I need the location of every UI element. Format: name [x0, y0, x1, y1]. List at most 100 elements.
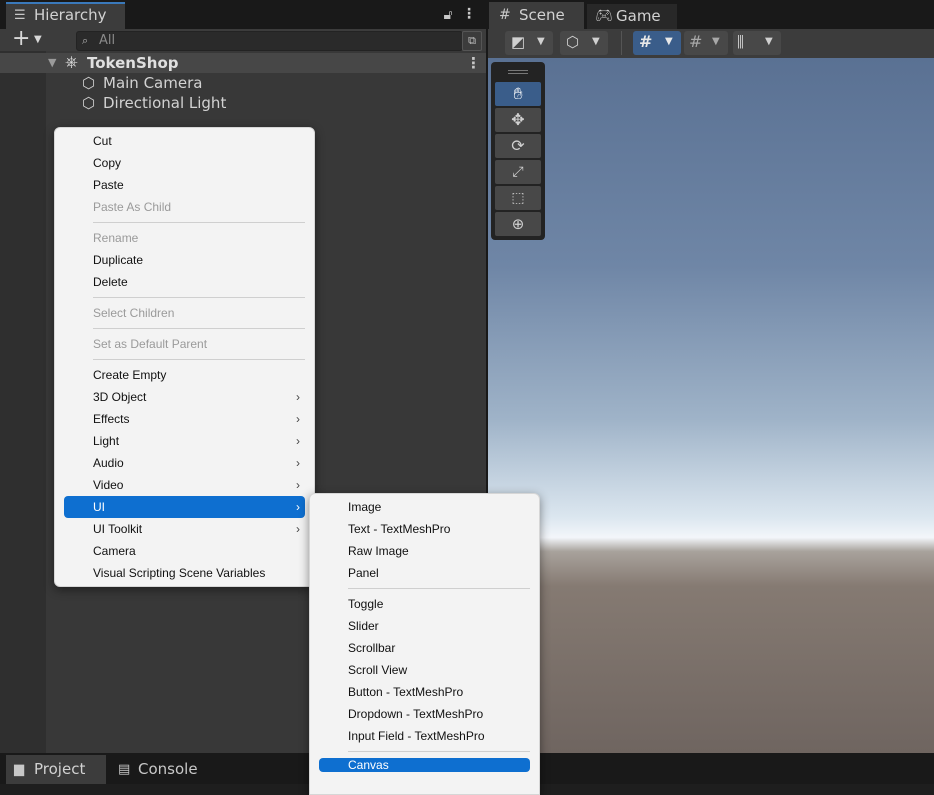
scene-panel: # Scene 🎮︎ Game ◩ ▼ ⬡ ▼ # ▼ # ▼ ⫼ ▼ ✋︎ ✥… [488, 0, 934, 753]
menu-item-copy[interactable]: Copy [55, 152, 314, 174]
draw-mode-dropdown[interactable]: ◩ ▼ [505, 31, 553, 55]
scene-row[interactable]: ▼ ⎈ TokenShop ⋮ [0, 52, 486, 73]
snap-settings-dropdown[interactable]: # ▼ [684, 31, 728, 55]
submenu-item-scrollbar[interactable]: Scrollbar [310, 637, 539, 659]
grid-snap-icon: # [639, 32, 653, 51]
scene-name: TokenShop [87, 54, 179, 72]
tab-console[interactable]: ▤ Console [110, 755, 220, 784]
gameobject-cube-icon: ⬡ [82, 94, 96, 112]
lock-icon[interactable]: 🔓︎ [441, 7, 455, 23]
menu-item-3d-object[interactable]: 3D Object › [55, 386, 314, 408]
menu-separator [93, 328, 305, 329]
menu-item-cut[interactable]: Cut [55, 130, 314, 152]
overlay-grip-icon[interactable] [508, 70, 528, 71]
menu-item-duplicate[interactable]: Duplicate [55, 249, 314, 271]
menu-item-label: Image [348, 500, 382, 514]
menu-item-label: Button - TextMeshPro [348, 685, 464, 699]
hierarchy-search-input[interactable]: ⌕ All [76, 31, 463, 51]
tree-gutter [0, 51, 46, 753]
rotate-tool-icon[interactable]: ⟳ [495, 134, 541, 158]
menu-item-delete[interactable]: Delete [55, 271, 314, 293]
menu-item-paste[interactable]: Paste [55, 174, 314, 196]
submenu-item-panel[interactable]: Panel [310, 562, 539, 584]
menu-item-label: Duplicate [93, 253, 144, 267]
submenu-item-slider[interactable]: Slider [310, 615, 539, 637]
hierarchy-context-menu: Cut Copy Paste Paste As Child Rename Dup… [54, 127, 315, 587]
submenu-item-scroll-view[interactable]: Scroll View [310, 659, 539, 681]
menu-item-camera[interactable]: Camera [55, 540, 314, 562]
scene-menu-icon[interactable]: ⋮ [466, 53, 481, 73]
draw-mode-icon: ◩ [511, 33, 526, 51]
menu-item-label: Canvas [348, 758, 389, 772]
tab-game[interactable]: 🎮︎ Game [587, 4, 677, 29]
submenu-item-raw-image[interactable]: Raw Image [310, 540, 539, 562]
move-tool-icon[interactable]: ✥ [495, 108, 541, 132]
menu-item-label: Slider [348, 619, 379, 633]
grid-hash-icon: # [499, 7, 511, 23]
menu-item-effects[interactable]: Effects › [55, 408, 314, 430]
search-placeholder: All [99, 33, 116, 48]
menu-item-ui[interactable]: UI › [64, 496, 305, 518]
add-icon[interactable]: + [12, 28, 30, 50]
tab-game-label: Game [616, 7, 661, 25]
scale-tool-icon[interactable]: ⤢ [495, 160, 541, 184]
gamepad-icon: 🎮︎ [595, 8, 613, 24]
menu-item-label: UI [93, 500, 105, 514]
expand-arrow-icon[interactable]: ▼ [48, 53, 56, 73]
snap-grid-icon: # [689, 32, 703, 51]
submenu-item-toggle[interactable]: Toggle [310, 593, 539, 615]
tab-scene[interactable]: # Scene [489, 2, 584, 29]
menu-item-create-empty[interactable]: Create Empty [55, 364, 314, 386]
unity-scene-icon: ⎈ [65, 52, 78, 71]
chevron-right-icon: › [296, 412, 300, 426]
menu-item-label: 3D Object [93, 390, 147, 404]
hierarchy-item-main-camera[interactable]: ⬡ Main Camera [0, 73, 486, 93]
chevron-down-icon: ▼ [665, 36, 673, 47]
hierarchy-item-directional-light[interactable]: ⬡ Directional Light [0, 93, 486, 113]
tab-project[interactable]: ▆ Project [6, 755, 106, 784]
console-icon: ▤ [118, 762, 131, 777]
menu-item-label: Effects [93, 412, 130, 426]
chevron-down-icon: ▼ [712, 36, 720, 47]
menu-item-label: Toggle [348, 597, 384, 611]
more-options-icon[interactable]: ⋮ [462, 6, 476, 22]
shading-mode-dropdown[interactable]: ⬡ ▼ [560, 31, 608, 55]
menu-item-audio[interactable]: Audio › [55, 452, 314, 474]
rect-tool-icon[interactable]: ⬚ [495, 186, 541, 210]
submenu-item-image[interactable]: Image [310, 496, 539, 518]
menu-item-label: Paste [93, 178, 124, 192]
scene-viewport[interactable] [488, 58, 934, 753]
menu-separator [348, 751, 530, 752]
menu-item-label: Set as Default Parent [93, 337, 208, 351]
menu-item-rename: Rename [55, 227, 314, 249]
grid-snap-dropdown[interactable]: # ▼ [633, 31, 681, 55]
menu-item-ui-toolkit[interactable]: UI Toolkit › [55, 518, 314, 540]
chevron-down-icon: ▼ [765, 36, 773, 47]
menu-item-visual-scripting-scene-variables[interactable]: Visual Scripting Scene Variables [55, 562, 314, 584]
search-icon: ⌕ [82, 34, 89, 47]
menu-item-video[interactable]: Video › [55, 474, 314, 496]
menu-item-label: Copy [93, 156, 122, 170]
add-dropdown-icon[interactable]: ▼ [34, 34, 42, 45]
tab-hierarchy[interactable]: ☰ Hierarchy [6, 2, 125, 29]
menu-separator [93, 222, 305, 223]
menu-item-select-children: Select Children [55, 302, 314, 324]
submenu-item-dropdown-textmeshpro[interactable]: Dropdown - TextMeshPro [310, 703, 539, 725]
menu-separator [348, 588, 530, 589]
submenu-item-canvas[interactable]: Canvas [319, 758, 530, 772]
hand-tool-icon[interactable]: ✋︎ [495, 82, 541, 106]
hierarchy-list-icon: ☰ [14, 8, 26, 23]
submenu-item-button-textmeshpro[interactable]: Button - TextMeshPro [310, 681, 539, 703]
tab-scene-label: Scene [519, 6, 565, 24]
search-by-type-icon[interactable]: ⧉ [462, 31, 482, 51]
menu-item-label: Delete [93, 275, 128, 289]
menu-item-label: Input Field - TextMeshPro [348, 729, 485, 743]
submenu-item-input-field-textmeshpro[interactable]: Input Field - TextMeshPro [310, 725, 539, 747]
transform-tool-icon[interactable]: ⊕ [495, 212, 541, 236]
menu-item-label: UI Toolkit [93, 522, 143, 536]
increment-snap-dropdown[interactable]: ⫼ ▼ [733, 31, 781, 55]
menu-separator [93, 359, 305, 360]
toolbar-separator [621, 31, 622, 55]
submenu-item-text-textmeshpro[interactable]: Text - TextMeshPro [310, 518, 539, 540]
menu-item-light[interactable]: Light › [55, 430, 314, 452]
